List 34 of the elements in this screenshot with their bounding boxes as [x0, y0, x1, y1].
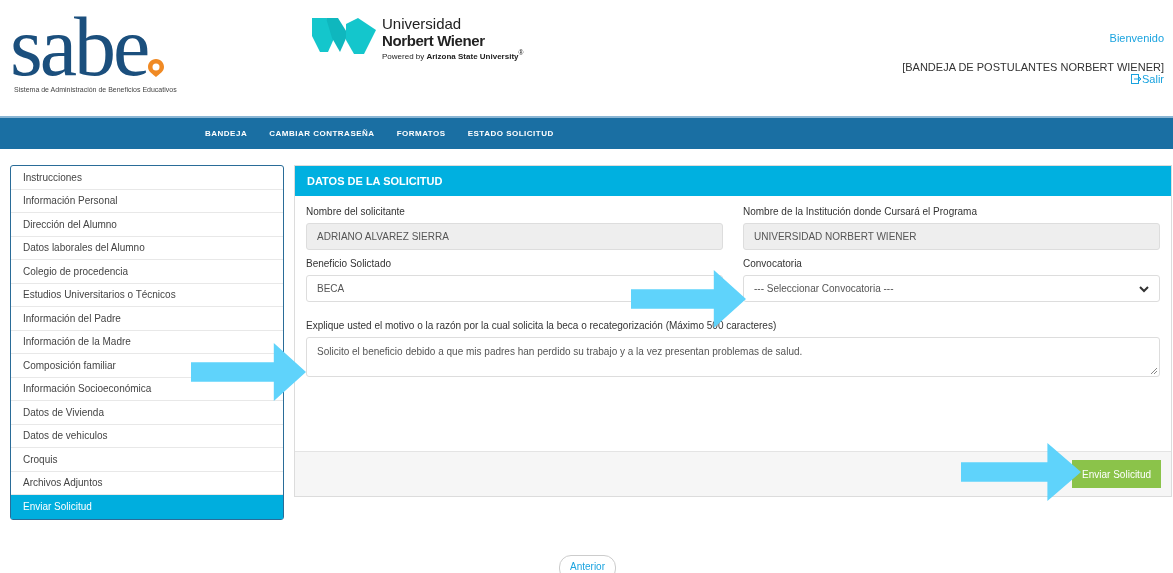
nav-link[interactable]: BANDEJA	[205, 129, 248, 138]
sidebar-item[interactable]: Colegio de procedencia	[11, 260, 283, 284]
sidebar-item[interactable]: Dirección del Alumno	[11, 213, 283, 237]
nav-link[interactable]: ESTADO SOLICITUD	[467, 129, 554, 138]
input-field[interactable]: ADRIANO ALVAREZ SIERRA	[306, 223, 723, 250]
sidebar-item[interactable]: Datos laborales del Alumno	[11, 236, 283, 260]
account-name: [BANDEJA DE POSTULANTES NORBERT WIENER]	[902, 61, 1164, 73]
resize-handle-icon[interactable]	[1150, 367, 1157, 374]
sidebar-item[interactable]: Datos de vehiculos	[11, 424, 283, 448]
field-label: Nombre del solicitante	[306, 206, 406, 217]
field-label: Beneficio Solictado	[306, 258, 393, 269]
welcome-text: Bienvenido	[1109, 32, 1164, 44]
sidebar-item[interactable]: Datos de Vivienda	[11, 401, 283, 425]
logout-icon	[1131, 74, 1141, 84]
sidebar-item[interactable]: Información del Padre	[11, 307, 283, 331]
input-field[interactable]: UNIVERSIDAD NORBERT WIENER	[743, 223, 1160, 250]
nav-link[interactable]: FORMATOS	[396, 129, 446, 138]
sidebar-item[interactable]: Información Personal	[11, 189, 283, 213]
university-name: Norbert Wiener	[382, 32, 486, 49]
sidebar-item[interactable]: Instrucciones	[11, 166, 283, 190]
field-label: Convocatoria	[743, 258, 803, 269]
chevron-down-icon	[1139, 284, 1149, 293]
sidebar-item[interactable]: Estudios Universitarios o Técnicos	[11, 283, 283, 307]
university-logo-icon	[312, 16, 376, 56]
text-area[interactable]: Solicito el beneficio debido a que mis padres han perdido su trabajo y a la vez presentan problemas de salud.	[306, 337, 1160, 377]
nav-link[interactable]: CAMBIAR CONTRASEÑA	[269, 129, 375, 138]
logo-icon	[147, 58, 166, 78]
logo-wordmark: sabe	[10, 8, 148, 86]
university-name: Universidad	[382, 16, 463, 32]
sidebar-item[interactable]: Croquis	[11, 448, 283, 472]
dropdown[interactable]: --- Seleccionar Convocatoria ---	[743, 275, 1160, 302]
powered-by-text: Powered by Arizona State University$^{®}$	[382, 49, 524, 61]
panel-title: DATOS DE LA SOLICITUD	[295, 166, 1171, 196]
field-label: Nombre de la Institución donde Cursará el Programa	[743, 206, 978, 217]
